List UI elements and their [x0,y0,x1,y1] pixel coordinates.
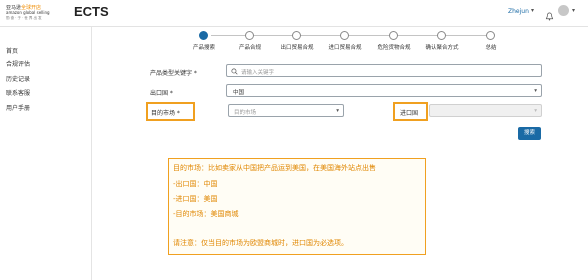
note-line-warning: 请注意：仅当目的市场为欧盟商城时，进口国为必选项。 [173,239,348,247]
user-name[interactable]: Zhejun [508,8,529,15]
note-line-example: 目的市场：比如卖家从中国把产品运到美国，在美国海外站点出售 [173,164,376,172]
sidebar-item-home[interactable]: 首页 [6,46,18,55]
step-label-import-compliance: 进口贸易合规 [328,45,362,51]
step-label-dangerous-goods: 危险货物合规 [377,45,411,51]
step-dot [437,31,446,40]
chevron-down-icon: ▾ [336,108,339,114]
step-dot [389,31,398,40]
amazon-global-selling-logo[interactable]: 亚马逊全球开店 amazon global selling 勤 奋 · 于 · … [6,4,68,24]
note-line-import: -进口国：美国 [173,195,218,203]
import-country-select[interactable]: ▾ [429,104,542,117]
import-country-label: 进口国 [400,110,419,117]
keyword-label: 产品类型关键字 * [150,70,197,77]
step-label-product-compliance: 产品合规 [238,45,262,51]
destination-market-select[interactable]: 目的市场 ▾ [228,104,344,117]
step-label-export-compliance: 出口贸易合规 [280,45,314,51]
top-bar: 亚马逊全球开店 amazon global selling 勤 奋 · 于 · … [0,0,588,27]
chevron-down-icon[interactable]: ▾ [572,7,575,14]
keyword-input[interactable]: 请输入关键字 [226,64,542,77]
chevron-down-icon: ▾ [534,108,537,114]
sidebar-item-manual[interactable]: 用户手册 [6,103,30,112]
step-dot [245,31,254,40]
export-country-value: 中国 [233,90,245,96]
logo-slogan: 勤 奋 · 于 · 世 界 出 发 [6,16,42,20]
annotation-note: 目的市场：比如卖家从中国把产品运到美国，在美国海外站点出售 -出口国：中国 -进… [168,158,426,255]
step-label-summary: 总结 [485,45,497,51]
sidebar-item-compliance[interactable]: 合规评估 [6,59,30,68]
chevron-down-icon: ▾ [534,88,537,94]
chevron-down-icon[interactable]: ▾ [531,7,534,14]
logo-text-en: amazon global selling [6,10,50,15]
app-title: ECTS [74,4,109,19]
sidebar-item-support[interactable]: 联系客服 [6,88,30,97]
note-line-market: -目的市场：美国商城 [173,210,239,218]
sidebar: 首页 合规评估 历史记录 联系客服 用户手册 [0,27,92,280]
export-country-label: 出口国 * [150,90,173,97]
sidebar-item-history[interactable]: 历史记录 [6,74,30,83]
search-button[interactable]: 搜索 [518,127,541,140]
export-country-select[interactable]: 中国 ▾ [226,84,542,97]
step-dot [486,31,495,40]
keyword-placeholder: 请输入关键字 [241,70,275,76]
note-line-export: -出口国：中国 [173,180,218,188]
step-label-confirm-method: 确认聚合方式 [425,45,459,51]
bell-icon[interactable] [545,6,554,21]
step-dot [292,31,301,40]
destination-market-placeholder: 目的市场 [234,110,257,116]
page: 亚马逊全球开店 amazon global selling 勤 奋 · 于 · … [0,0,588,280]
avatar[interactable] [558,5,569,16]
search-icon [231,68,238,75]
destination-market-label: 目的市场 * [151,110,180,117]
step-dot [340,31,349,40]
step-label-product-search: 产品搜索 [192,45,216,51]
step-dot [199,31,208,40]
